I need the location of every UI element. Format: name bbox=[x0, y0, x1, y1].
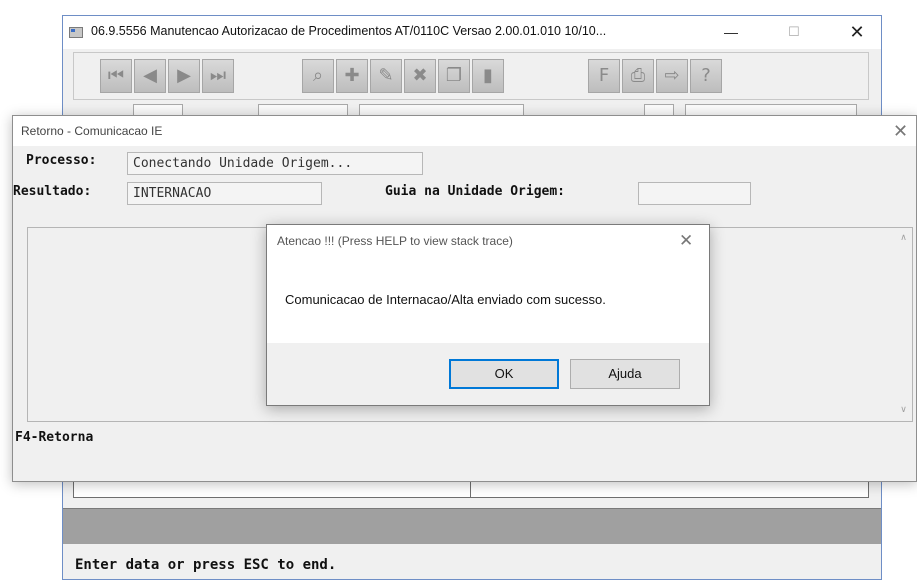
ok-button[interactable]: OK bbox=[449, 359, 559, 389]
retorno-close-button[interactable]: ✕ bbox=[893, 119, 908, 143]
minimize-button[interactable]: — bbox=[713, 20, 749, 44]
next-record-icon: ▶ bbox=[177, 65, 191, 86]
resultado-label: Resultado: bbox=[13, 184, 92, 199]
search-button[interactable]: ⌕ bbox=[302, 59, 334, 93]
add-button[interactable]: ✚ bbox=[336, 59, 368, 93]
ajuda-button[interactable]: Ajuda bbox=[570, 359, 680, 389]
modify-button[interactable]: ✎ bbox=[370, 59, 402, 93]
maximize-button[interactable]: ☐ bbox=[776, 20, 812, 44]
modify-icon: ✎ bbox=[378, 65, 394, 86]
delete-icon: ✖ bbox=[412, 65, 428, 86]
processo-field[interactable]: Conectando Unidade Origem... bbox=[127, 152, 423, 175]
close-button[interactable]: ✕ bbox=[839, 20, 875, 44]
main-gray-band bbox=[63, 508, 881, 544]
first-record-icon: ⏮ bbox=[107, 65, 125, 86]
search-icon: ⌕ bbox=[312, 65, 324, 86]
next-record-button[interactable]: ▶ bbox=[168, 59, 200, 93]
resultado-field[interactable]: INTERNACAO bbox=[127, 182, 322, 205]
filter-icon: F bbox=[598, 65, 610, 86]
last-record-icon: ⏭ bbox=[209, 65, 227, 86]
retorno-titlebar[interactable]: Retorno - Comunicacao IE ✕ bbox=[13, 116, 916, 146]
atencao-close-button[interactable]: ✕ bbox=[679, 229, 693, 253]
exit-button[interactable]: ⇨ bbox=[656, 59, 688, 93]
main-window-title: 06.9.5556 Manutencao Autorizacao de Proc… bbox=[91, 24, 607, 38]
scroll-up-icon[interactable]: ∧ bbox=[895, 230, 912, 247]
add-icon: ✚ bbox=[344, 65, 360, 86]
open-icon: ▮ bbox=[483, 65, 493, 86]
main-titlebar[interactable]: 06.9.5556 Manutencao Autorizacao de Proc… bbox=[63, 16, 881, 49]
previous-record-button[interactable]: ◀ bbox=[134, 59, 166, 93]
help-icon: ? bbox=[701, 65, 711, 86]
atencao-dialog: Atencao !!! (Press HELP to view stack tr… bbox=[266, 224, 710, 406]
status-message: Enter data or press ESC to end. bbox=[75, 557, 337, 573]
print-icon: ⎙ bbox=[630, 65, 646, 86]
delete-button[interactable]: ✖ bbox=[404, 59, 436, 93]
atencao-message: Comunicacao de Internacao/Alta enviado c… bbox=[285, 292, 606, 307]
app-window-icon bbox=[69, 27, 83, 38]
help-button[interactable]: ? bbox=[690, 59, 722, 93]
f4-retorna-label[interactable]: F4-Retorna bbox=[15, 430, 93, 445]
guia-field[interactable] bbox=[638, 182, 751, 205]
atencao-footer: OK Ajuda bbox=[267, 343, 709, 405]
retorno-dialog-title: Retorno - Comunicacao IE bbox=[21, 124, 163, 138]
print-button[interactable]: ⎙ bbox=[622, 59, 654, 93]
scroll-down-icon[interactable]: ∨ bbox=[895, 402, 912, 419]
copy-button[interactable]: ❐ bbox=[438, 59, 470, 93]
first-record-button[interactable]: ⏮ bbox=[100, 59, 132, 93]
toolbar: ⏮ ◀ ▶ ⏭ ⌕ ✚ ✎ ✖ ❐ ▮ F ⎙ ⇨ ? bbox=[73, 52, 869, 100]
open-button[interactable]: ▮ bbox=[472, 59, 504, 93]
atencao-dialog-title: Atencao !!! (Press HELP to view stack tr… bbox=[277, 234, 513, 248]
guia-label: Guia na Unidade Origem: bbox=[385, 184, 566, 199]
memo-scrollbar[interactable]: ∧ ∨ bbox=[895, 228, 912, 421]
exit-icon: ⇨ bbox=[664, 65, 680, 86]
previous-record-icon: ◀ bbox=[143, 65, 157, 86]
last-record-button[interactable]: ⏭ bbox=[202, 59, 234, 93]
processo-label: Processo: bbox=[26, 153, 97, 168]
filter-button[interactable]: F bbox=[588, 59, 620, 93]
copy-icon: ❐ bbox=[445, 65, 463, 86]
